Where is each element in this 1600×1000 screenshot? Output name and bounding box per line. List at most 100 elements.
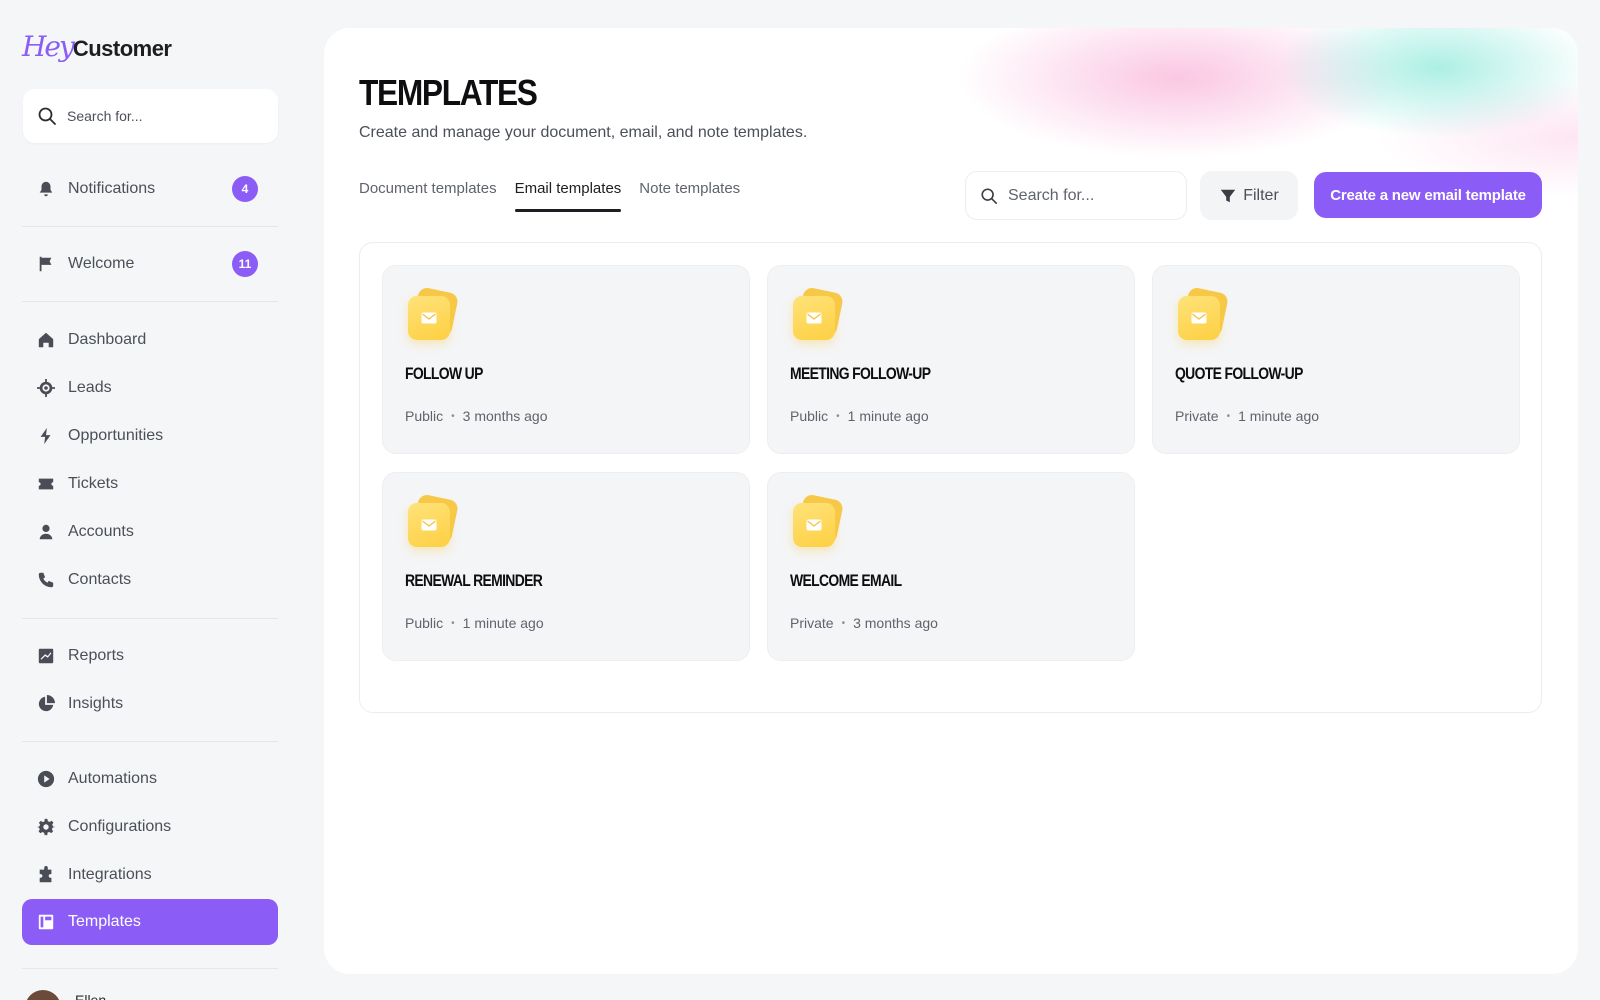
page-subtitle: Create and manage your document, email, … <box>359 124 808 141</box>
meta-separator: • <box>451 410 455 422</box>
puzzle-icon <box>36 865 56 885</box>
template-meta: Public • 1 minute ago <box>405 615 544 631</box>
page-title: TEMPLATES <box>359 72 538 113</box>
target-icon <box>36 378 56 398</box>
user-name: Ellen <box>75 992 107 1000</box>
tab-email-templates[interactable]: Email templates <box>514 180 621 212</box>
bell-icon <box>36 179 56 199</box>
pie-icon <box>36 694 56 714</box>
sidebar-divider <box>22 226 278 227</box>
template-card[interactable]: QUOTE FOLLOW-UP Private • 1 minute ago <box>1152 265 1520 454</box>
sidebar-item-label: Insights <box>68 695 124 712</box>
sidebar-item-automations[interactable]: Automations <box>22 756 278 802</box>
flag-icon <box>36 254 56 274</box>
sidebar-item-welcome[interactable]: Welcome 11 <box>22 241 278 287</box>
template-card[interactable]: MEETING FOLLOW-UP Public • 1 minute ago <box>767 265 1135 454</box>
email-folder-icon <box>790 493 846 551</box>
sidebar-item-label: Accounts <box>68 523 134 540</box>
search-icon <box>38 107 56 125</box>
app-logo[interactable]: Hey Customer <box>22 30 172 66</box>
template-updated: 1 minute ago <box>462 615 544 631</box>
sidebar-item-label: Tickets <box>68 475 119 492</box>
create-email-template-button[interactable]: Create a new email template <box>1314 172 1542 218</box>
sidebar-item-label: Dashboard <box>68 331 147 348</box>
template-title: QUOTE FOLLOW-UP <box>1175 364 1303 383</box>
bolt-icon <box>36 426 56 446</box>
tab-document-templates[interactable]: Document templates <box>359 180 497 212</box>
sidebar-search-input[interactable]: Search for... <box>23 89 278 143</box>
template-updated: 1 minute ago <box>847 408 929 424</box>
email-folder-icon <box>405 286 461 344</box>
meta-separator: • <box>841 617 846 629</box>
templates-search-placeholder: Search for... <box>1008 186 1095 204</box>
template-meta: Private • 3 months ago <box>790 615 938 631</box>
sidebar-item-label: Contacts <box>68 571 132 588</box>
template-updated: 3 months ago <box>853 615 938 631</box>
templates-search-input[interactable]: Search for... <box>965 171 1187 220</box>
sidebar-item-tickets[interactable]: Tickets <box>22 461 278 507</box>
main-panel: TEMPLATES Create and manage your documen… <box>324 28 1578 974</box>
template-visibility: Public <box>790 408 829 424</box>
search-icon <box>981 187 998 204</box>
sidebar-item-label: Reports <box>68 647 125 664</box>
sidebar-item-label: Templates <box>68 913 141 930</box>
notifications-count-badge: 4 <box>232 176 258 202</box>
welcome-count-badge: 11 <box>232 251 258 277</box>
gear-icon <box>36 817 56 837</box>
avatar <box>25 990 61 1000</box>
template-visibility: Private <box>1175 408 1219 424</box>
email-folder-icon <box>405 493 461 551</box>
sidebar-divider <box>22 301 278 302</box>
tab-note-templates[interactable]: Note templates <box>639 180 740 212</box>
template-tabs: Document templates Email templates Note … <box>359 180 740 212</box>
sidebar-item-dashboard[interactable]: Dashboard <box>22 317 278 363</box>
play-icon <box>36 769 56 789</box>
template-card[interactable]: WELCOME EMAIL Private • 3 months ago <box>767 472 1135 661</box>
sidebar: Hey Customer Search for... Notifications… <box>0 0 300 1000</box>
sidebar-item-notifications[interactable]: Notifications 4 <box>22 166 278 212</box>
meta-separator: • <box>451 617 455 629</box>
phone-icon <box>36 570 56 590</box>
sidebar-item-opportunities[interactable]: Opportunities <box>22 413 278 459</box>
sidebar-item-accounts[interactable]: Accounts <box>22 509 278 555</box>
template-visibility: Public <box>405 615 444 631</box>
filter-label: Filter <box>1243 186 1279 204</box>
template-updated: 1 minute ago <box>1238 408 1320 424</box>
sidebar-item-insights[interactable]: Insights <box>22 681 278 727</box>
meta-separator: • <box>1226 410 1231 422</box>
chart-icon <box>36 646 56 666</box>
sidebar-search-placeholder: Search for... <box>67 108 143 124</box>
sidebar-item-label: Leads <box>68 379 112 396</box>
sidebar-item-configurations[interactable]: Configurations <box>22 804 278 850</box>
template-title: RENEWAL REMINDER <box>405 571 543 590</box>
sidebar-item-label: Notifications <box>68 180 156 197</box>
templates-grid: FOLLOW UP Public • 3 months ago MEETING … <box>359 242 1542 713</box>
template-updated: 3 months ago <box>462 408 548 424</box>
user-icon <box>36 522 56 542</box>
sidebar-item-templates[interactable]: Templates <box>22 899 278 945</box>
template-meta: Public • 1 minute ago <box>790 408 929 424</box>
filter-button[interactable]: Filter <box>1200 171 1298 220</box>
logo-customer-text: Customer <box>72 36 172 61</box>
sidebar-item-label: Welcome <box>68 255 135 272</box>
sidebar-item-integrations[interactable]: Integrations <box>22 852 278 898</box>
template-title: WELCOME EMAIL <box>790 571 902 590</box>
sidebar-item-label: Automations <box>68 770 157 787</box>
sidebar-item-leads[interactable]: Leads <box>22 365 278 411</box>
logo-hey-text: Hey <box>22 30 75 63</box>
user-profile[interactable]: Ellen <box>25 990 106 1000</box>
meta-separator: • <box>836 410 840 422</box>
sidebar-item-reports[interactable]: Reports <box>22 633 278 679</box>
template-meta: Public • 3 months ago <box>405 408 548 424</box>
sidebar-divider <box>22 968 278 969</box>
email-folder-icon <box>790 286 846 344</box>
sidebar-item-label: Configurations <box>68 818 172 835</box>
template-visibility: Public <box>405 408 444 424</box>
sidebar-item-contacts[interactable]: Contacts <box>22 557 278 603</box>
filter-icon <box>1221 189 1236 202</box>
sidebar-item-label: Opportunities <box>68 427 164 444</box>
template-card[interactable]: FOLLOW UP Public • 3 months ago <box>382 265 750 454</box>
template-card[interactable]: RENEWAL REMINDER Public • 1 minute ago <box>382 472 750 661</box>
email-folder-icon <box>1175 286 1231 344</box>
template-title: MEETING FOLLOW-UP <box>790 364 931 383</box>
